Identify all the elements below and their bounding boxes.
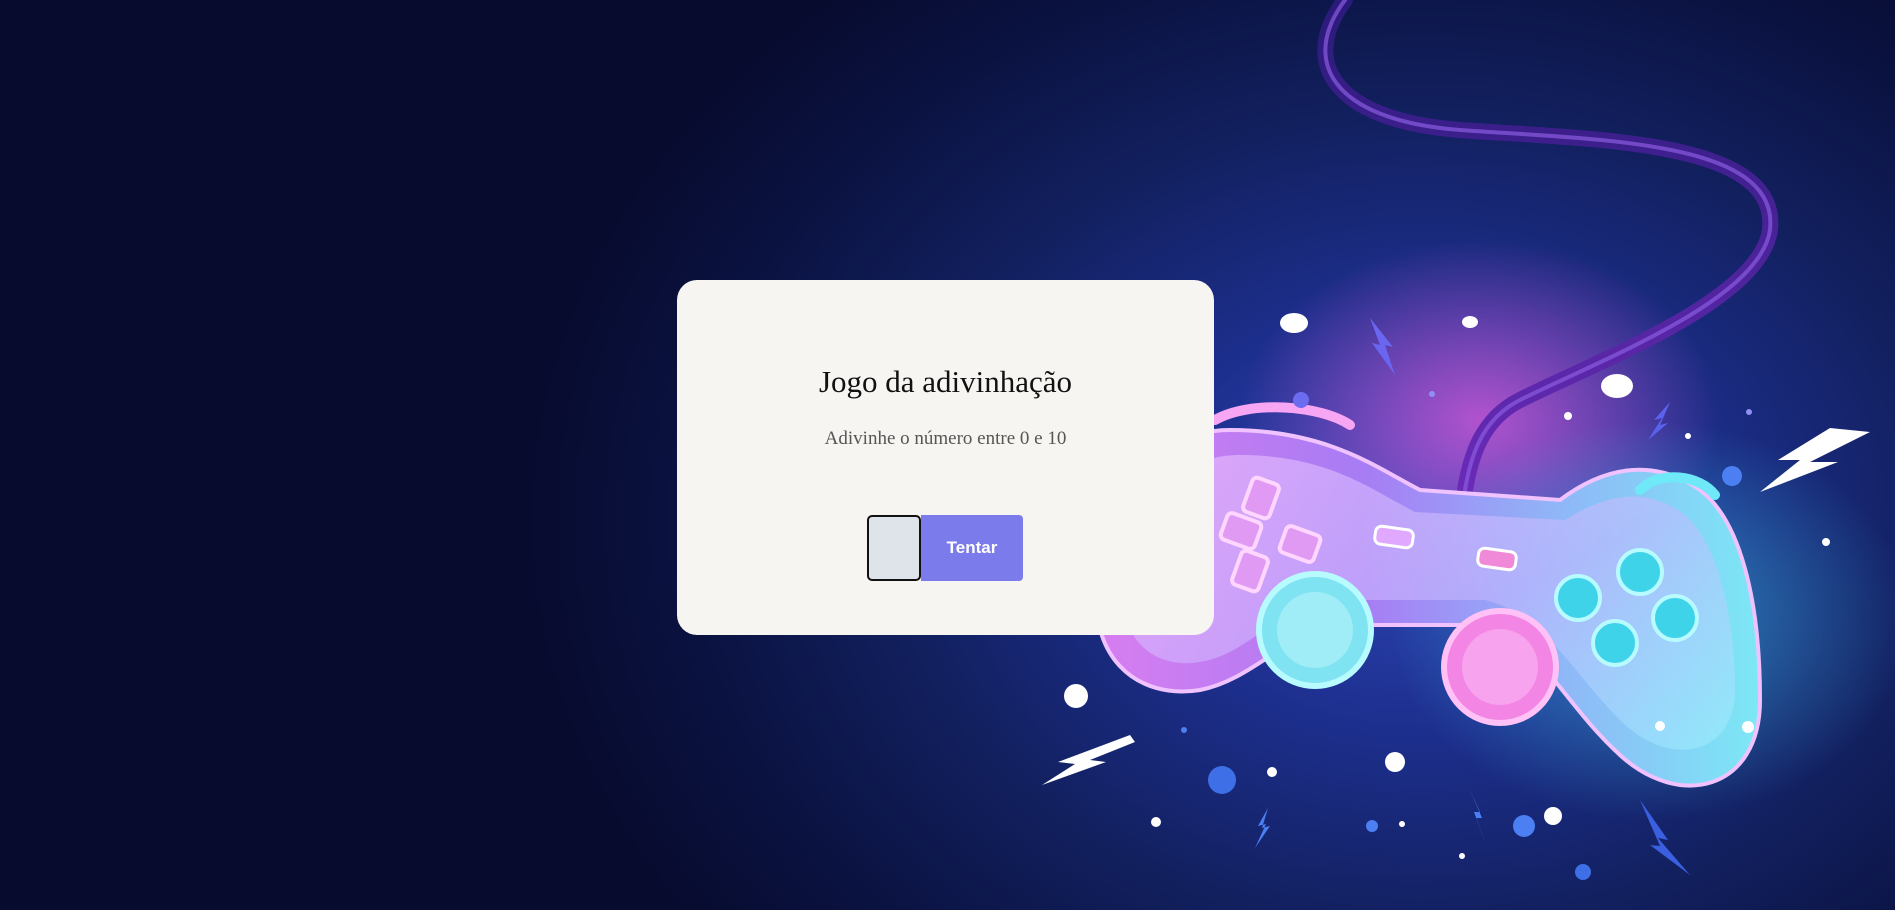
guess-input[interactable] [867,515,921,581]
game-title: Jogo da adivinhação [818,364,1073,399]
try-button[interactable]: Tentar [921,515,1023,581]
game-instructions: Adivinhe o número entre 0 e 10 [824,428,1067,449]
game-card: Jogo da adivinhação Adivinhe o número en… [677,280,1214,635]
guess-form: Tentar [867,515,1023,581]
